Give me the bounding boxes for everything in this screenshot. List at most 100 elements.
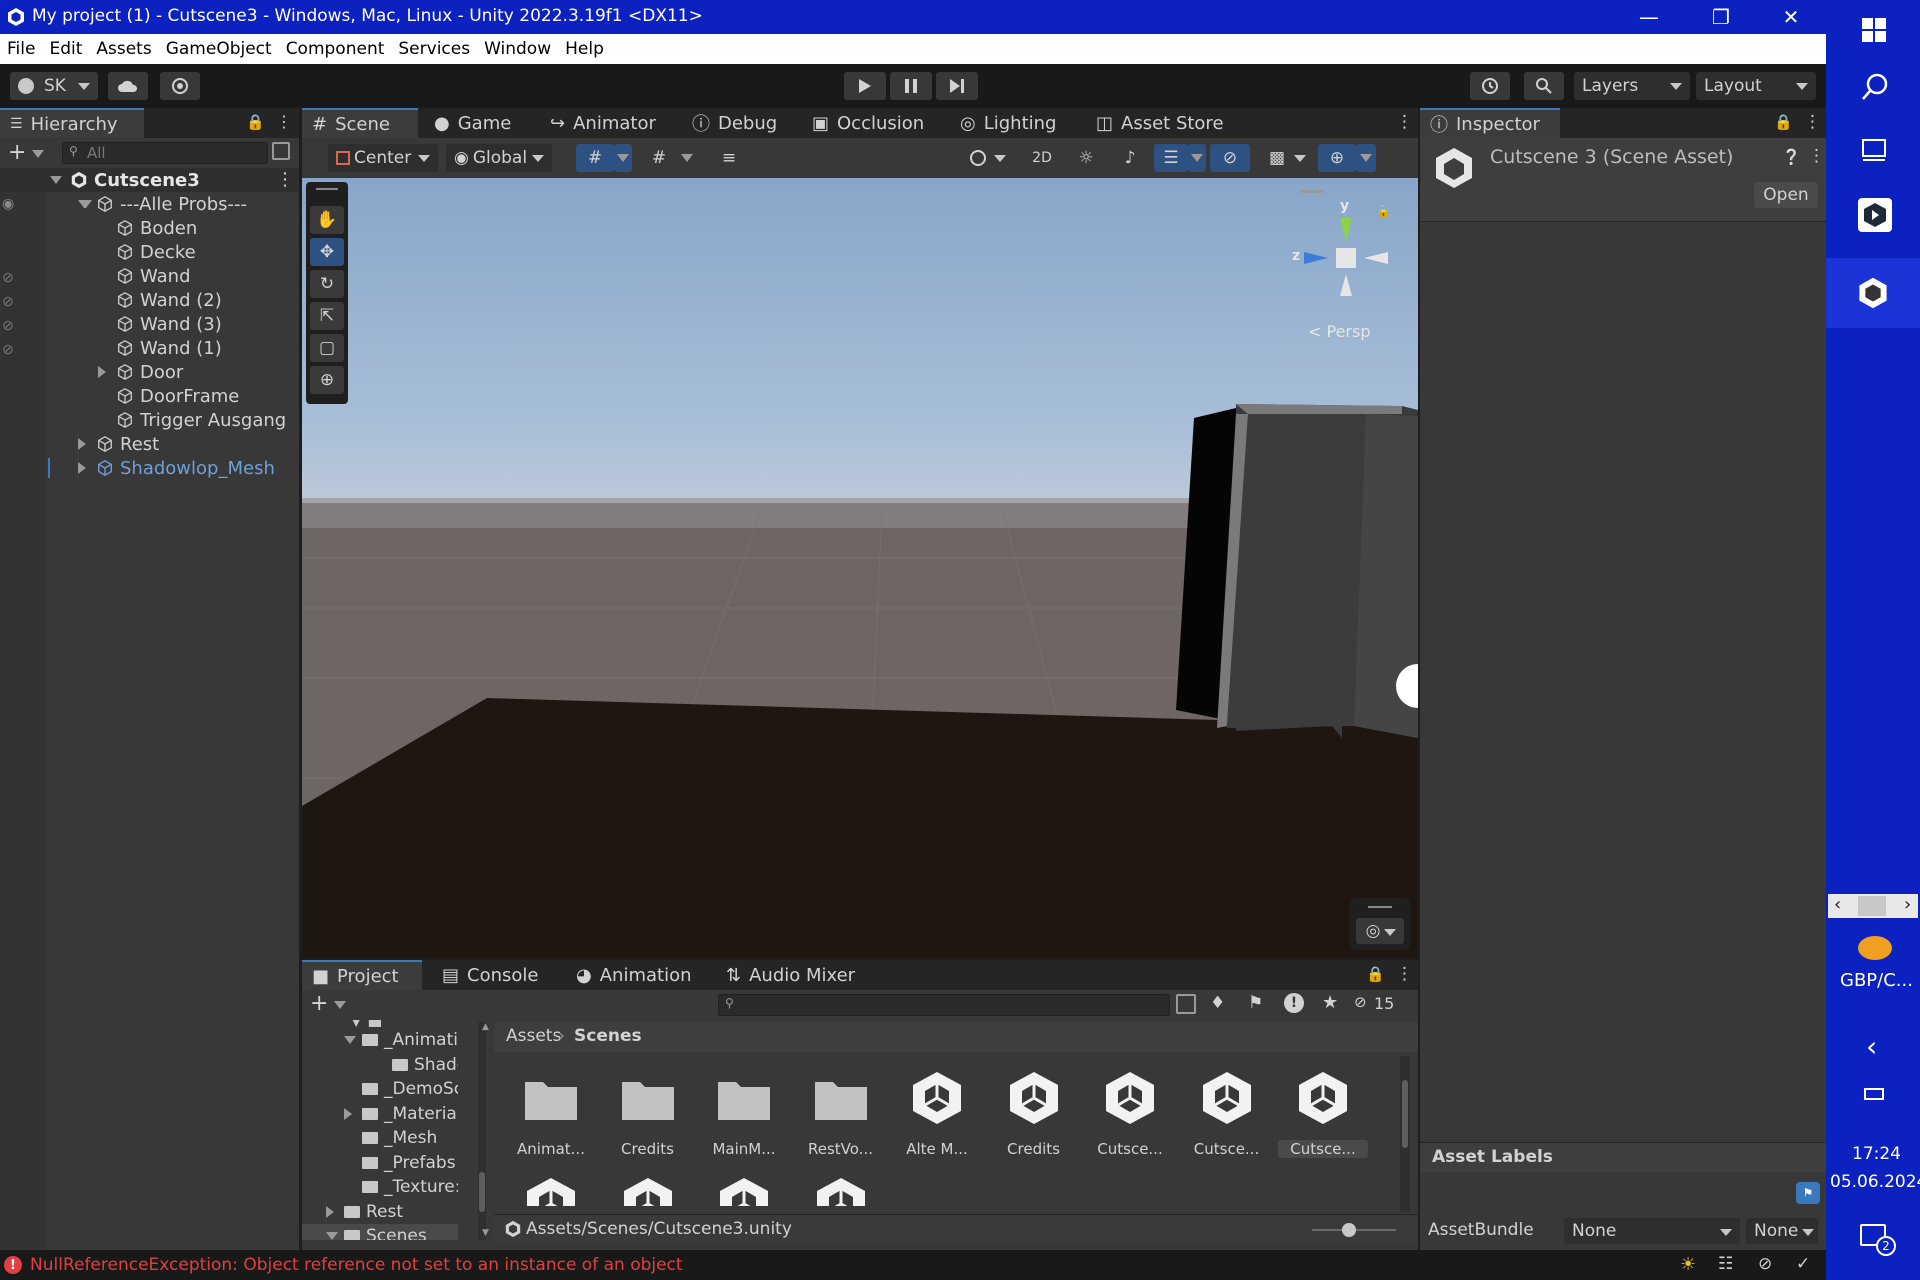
collab-button[interactable] — [160, 72, 200, 100]
label-tag-icon[interactable]: ⚑ — [1796, 1182, 1820, 1204]
add-caret-icon[interactable] — [334, 1001, 346, 1009]
restore-button[interactable]: ❐ — [1686, 0, 1756, 34]
hierarchy-item[interactable]: Wand (3) — [0, 312, 299, 336]
asset-scene-item[interactable]: Cutsce... — [1278, 1068, 1368, 1158]
add-icon[interactable]: + — [8, 140, 26, 165]
drag-handle[interactable] — [1300, 190, 1324, 193]
move-tool-button[interactable]: ✥ — [310, 238, 344, 266]
collapse-icon[interactable] — [78, 438, 92, 450]
icon-size-slider-thumb[interactable] — [1342, 1223, 1356, 1237]
gizmos-options[interactable] — [1356, 144, 1376, 172]
search-window-icon[interactable] — [1176, 994, 1196, 1014]
project-tree-item[interactable]: _Texture: — [302, 1175, 458, 1199]
effects-toggle-button[interactable]: ☰ — [1154, 144, 1188, 172]
lock-icon[interactable]: 🔒 — [246, 113, 265, 131]
breadcrumb-assets[interactable]: Assets — [506, 1026, 561, 1046]
collapse-icon[interactable] — [326, 1205, 338, 1218]
increment-snap-button[interactable]: # — [640, 144, 678, 172]
project-tree-item[interactable]: _Animatic — [302, 1028, 458, 1052]
scale-tool-button[interactable]: ⇱ — [310, 302, 344, 330]
hierarchy-item[interactable]: Wand (1) — [0, 336, 299, 360]
more-icon[interactable]: ⋮ — [1808, 146, 1825, 166]
hierarchy-item[interactable]: Trigger Ausgang — [0, 408, 299, 432]
lock-icon[interactable]: 🔒 — [1774, 113, 1793, 131]
audio-toggle-button[interactable]: ♪ — [1110, 144, 1150, 172]
chevron-left-icon[interactable]: ‹ — [1834, 894, 1841, 915]
camera-options-dropdown[interactable]: ▩ — [1254, 144, 1314, 172]
hierarchy-item[interactable]: Shadowlop_Mesh — [0, 456, 299, 480]
menu-component[interactable]: Component — [279, 34, 392, 59]
hierarchy-item[interactable]: Wand — [0, 264, 299, 288]
gizmos-toggle-button[interactable]: ⊕ — [1318, 144, 1356, 172]
clock-time[interactable]: 17:24 — [1852, 1144, 1901, 1164]
tree-scrollbar-thumb[interactable] — [479, 1172, 485, 1212]
breadcrumb-scenes[interactable]: Scenes — [574, 1026, 642, 1046]
scroll-up-icon[interactable]: ▲ — [482, 1022, 489, 1032]
hierarchy-item[interactable]: Decke — [0, 240, 299, 264]
hierarchy-scene-row[interactable]: Cutscene3 ⋮ — [0, 168, 299, 192]
check-icon[interactable]: ✓ — [1796, 1254, 1810, 1274]
more-icon[interactable]: ⋮ — [1396, 964, 1413, 984]
tab-debug[interactable]: ⓘ Debug — [682, 108, 777, 138]
taskbar-scroller[interactable]: ‹ › — [1828, 894, 1918, 918]
rect-tool-button[interactable]: ▢ — [310, 334, 344, 362]
network-icon[interactable]: ⊘ — [1758, 1254, 1772, 1274]
more-icon[interactable]: ⋮ — [1804, 112, 1821, 132]
undo-history-button[interactable] — [1470, 72, 1510, 100]
project-tree-item[interactable]: Scenes — [302, 1224, 458, 1240]
assetbundle-variant-dropdown[interactable]: None — [1746, 1218, 1818, 1244]
menu-assets[interactable]: Assets — [89, 34, 158, 59]
play-button[interactable] — [844, 72, 886, 100]
more-icon[interactable]: ⋮ — [276, 112, 292, 131]
menu-help[interactable]: Help — [558, 34, 611, 59]
hierarchy-item[interactable]: ---Alle Probs--- — [0, 192, 299, 216]
asset-scene-item[interactable]: Cutsce... — [1085, 1068, 1175, 1158]
hierarchy-item[interactable]: Boden — [0, 216, 299, 240]
project-search-input[interactable]: ⚲ — [718, 994, 1170, 1016]
tab-occlusion[interactable]: ▣ Occlusion — [802, 108, 924, 138]
collapse-icon[interactable] — [78, 462, 92, 474]
assetbundle-dropdown[interactable]: None — [1564, 1218, 1740, 1244]
cloud-button[interactable] — [108, 72, 148, 100]
asset-scene-item[interactable]: Alte M... — [892, 1068, 982, 1158]
search-button[interactable] — [1524, 72, 1564, 100]
pause-button[interactable] — [890, 72, 932, 100]
add-icon[interactable]: + — [310, 991, 328, 1016]
effects-options[interactable] — [1188, 144, 1206, 172]
tab-animation[interactable]: ◕ Animation — [566, 960, 692, 990]
asset-folder-item[interactable]: Animat... — [506, 1068, 596, 1158]
asset-scene-item[interactable] — [796, 1174, 886, 1206]
asset-folder-item[interactable]: RestVo... — [796, 1068, 886, 1158]
tab-lighting[interactable]: ◎ Lighting — [950, 108, 1056, 138]
asset-scene-item[interactable]: Credits — [989, 1068, 1079, 1158]
task-view-icon[interactable] — [1860, 136, 1888, 162]
tab-animator[interactable]: ↪ Animator — [540, 108, 656, 138]
step-button[interactable] — [936, 72, 978, 100]
lighting-toggle-button[interactable]: ☼ — [1066, 144, 1106, 172]
space-dropdown[interactable]: ◉ Global — [446, 144, 552, 172]
asset-scene-item[interactable] — [506, 1174, 596, 1206]
hierarchy-item[interactable]: Door — [0, 360, 299, 384]
menu-window[interactable]: Window — [477, 34, 558, 59]
cache-server-icon[interactable]: ☷ — [1718, 1254, 1733, 1274]
grid-scrollbar[interactable] — [1400, 1056, 1410, 1212]
tree-scrollbar[interactable] — [478, 1022, 486, 1240]
tab-audio-mixer[interactable]: ⇅ Audio Mixer — [716, 960, 855, 990]
toggle-2d-button[interactable]: 2D — [1022, 144, 1062, 172]
tab-hierarchy[interactable]: ☰ Hierarchy — [0, 108, 144, 138]
search-icon[interactable] — [1860, 72, 1890, 102]
grid-snap-options[interactable] — [614, 144, 632, 172]
collapse-icon[interactable] — [98, 366, 112, 378]
projection-label[interactable]: < Persp — [1308, 322, 1370, 341]
orientation-gizmo[interactable]: 🔒 y z < Persp — [1272, 180, 1412, 350]
hand-tool-button[interactable]: ✋ — [310, 206, 344, 234]
minimize-button[interactable]: — — [1614, 0, 1684, 34]
currency-widget[interactable]: GBP/C... — [1840, 970, 1913, 991]
battery-icon[interactable] — [1864, 1088, 1884, 1100]
expand-icon[interactable] — [344, 1036, 356, 1044]
layout-dropdown[interactable]: Layout — [1696, 72, 1816, 100]
increment-snap-options[interactable] — [678, 144, 696, 172]
favorite-star-icon[interactable]: ★ — [1322, 992, 1338, 1013]
tab-console[interactable]: ▤ Console — [432, 960, 538, 990]
scene-visibility-icon[interactable] — [272, 142, 290, 160]
